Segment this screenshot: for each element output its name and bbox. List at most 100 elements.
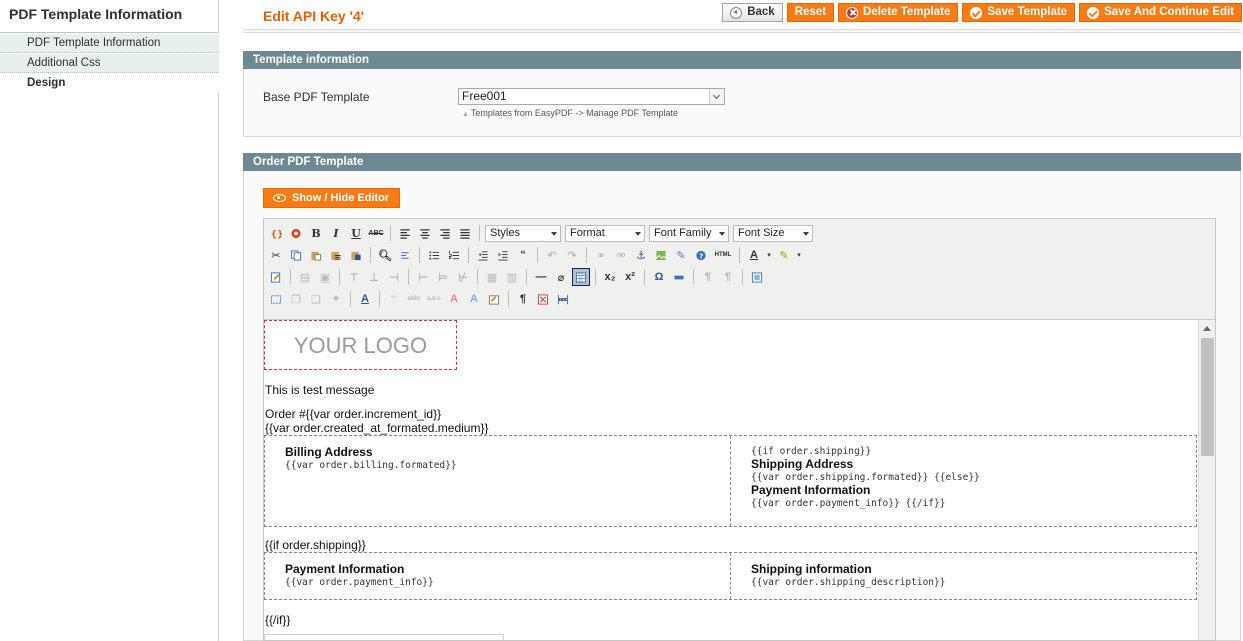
styles-select[interactable]: Styles	[485, 224, 561, 242]
special-character-icon[interactable]: Ω	[650, 268, 668, 286]
move-forward-icon[interactable]: ❐	[287, 290, 305, 308]
merge-cells-icon[interactable]: ▥	[503, 268, 521, 286]
cite-icon[interactable]: “”	[385, 290, 403, 308]
replace-icon[interactable]	[396, 246, 414, 264]
numbered-list-icon[interactable]	[445, 246, 463, 264]
delete-col-icon[interactable]: ⊬	[454, 268, 472, 286]
reset-button[interactable]: Reset	[786, 3, 835, 22]
font-family-select[interactable]: Font Family	[649, 224, 729, 242]
align-left-icon[interactable]	[396, 224, 414, 242]
toolbar-separator	[508, 291, 509, 307]
save-continue-button-label: Save And Continue Edit	[1104, 6, 1234, 18]
show-hide-editor-button[interactable]: Show / Hide Editor	[263, 188, 400, 208]
outdent-icon[interactable]	[474, 246, 492, 264]
delete-text-icon[interactable]: A	[445, 290, 463, 308]
billing-address-cell: Billing Address {{var order.billing.form…	[265, 436, 730, 526]
editor-scrollbar[interactable]	[1198, 320, 1215, 640]
editor-content[interactable]: YOUR LOGO This is test message Order #{{…	[264, 320, 1215, 640]
paste-icon[interactable]	[307, 246, 325, 264]
format-select[interactable]: Format	[565, 224, 645, 242]
delete-row-icon[interactable]: ⊣	[385, 268, 403, 286]
sidebar-item-design[interactable]: Design	[0, 73, 219, 93]
toolbar-separator	[290, 269, 291, 285]
find-icon[interactable]: 🔍︎	[376, 246, 394, 264]
delete-template-button[interactable]: Delete Template	[838, 3, 959, 22]
insert-row-after-icon[interactable]: ⊥	[365, 268, 383, 286]
insert-layer-icon[interactable]	[267, 290, 285, 308]
html-source-button[interactable]: HTML	[712, 246, 734, 264]
indent-icon[interactable]	[494, 246, 512, 264]
insert-col-before-icon[interactable]: ⊢	[414, 268, 432, 286]
sidebar-item-pdf-template-information[interactable]: PDF Template Information	[0, 33, 219, 53]
scroll-up-icon[interactable]	[1203, 326, 1211, 331]
insert-text-icon[interactable]: A	[465, 290, 483, 308]
align-right-icon[interactable]	[436, 224, 454, 242]
align-justify-icon[interactable]	[456, 224, 474, 242]
if-shipping-tag: {{if order.shipping}}	[751, 446, 872, 457]
base-pdf-template-select[interactable]: Free001	[458, 88, 725, 105]
styleprops-icon[interactable]: A	[356, 290, 374, 308]
subscript-icon[interactable]: x₂	[601, 268, 619, 286]
sidebar-item-additional-css[interactable]: Additional Css	[0, 53, 219, 73]
absolute-icon[interactable]: ⌖	[327, 290, 345, 308]
scroll-thumb[interactable]	[1201, 338, 1214, 456]
redo-icon[interactable]: ↷	[563, 246, 581, 264]
align-center-icon[interactable]	[416, 224, 434, 242]
chevron-down-icon[interactable]: ▾	[795, 246, 803, 264]
unlink-icon[interactable]: ⚮	[612, 246, 630, 264]
remove-format-icon[interactable]: ⌀	[552, 268, 570, 286]
toolbar-row-1: {} B I U ABC Styles Format Font Family F…	[267, 222, 1212, 244]
font-size-select[interactable]: Font Size	[733, 224, 813, 242]
background-color-icon[interactable]: ✎	[775, 246, 793, 264]
paste-text-icon[interactable]	[327, 246, 345, 264]
insert-row-before-icon[interactable]: ⊤	[345, 268, 363, 286]
underline-button[interactable]: U	[347, 224, 365, 242]
visual-aid-icon[interactable]	[572, 268, 590, 286]
base-pdf-template-value: Free001	[462, 89, 507, 103]
insert-col-after-icon[interactable]: ⊨	[434, 268, 452, 286]
blockquote-icon[interactable]: “	[514, 246, 532, 264]
help-icon[interactable]: ?	[692, 246, 710, 264]
copy-icon[interactable]	[287, 246, 305, 264]
show-blocks-icon[interactable]: ¶	[514, 290, 532, 308]
template-information-fieldset	[243, 69, 1241, 137]
cut-icon[interactable]: ✂	[267, 246, 285, 264]
italic-button[interactable]: I	[327, 224, 345, 242]
ltr-icon[interactable]: ¶	[699, 268, 717, 286]
strikethrough-button[interactable]: ABC	[367, 224, 385, 242]
row-properties-icon[interactable]: ▤	[296, 268, 314, 286]
abbr-icon[interactable]: abbr	[405, 290, 423, 308]
fullscreen-icon[interactable]	[748, 268, 766, 286]
page-break-icon[interactable]	[554, 290, 572, 308]
toolbar-separator	[644, 269, 645, 285]
anchor-icon[interactable]: ⚓︎	[632, 246, 650, 264]
back-button[interactable]: Back	[722, 3, 783, 22]
superscript-icon[interactable]: x²	[621, 268, 639, 286]
save-template-button[interactable]: Save Template	[962, 3, 1076, 22]
acronym-icon[interactable]: a.b.c	[425, 290, 443, 308]
toolbar-row-3: ▤ ▣ ⊤ ⊥ ⊣ ⊢ ⊨ ⊬ ▦ ▥ — ⌀ x₂ x² Ω ¶ ¶	[267, 266, 1212, 288]
show-hide-editor-label: Show / Hide Editor	[292, 192, 390, 204]
insert-media-icon[interactable]	[670, 268, 688, 286]
chevron-down-icon[interactable]: ▾	[765, 246, 773, 264]
insert-widget-icon[interactable]	[287, 224, 305, 242]
insert-image-icon[interactable]	[652, 246, 670, 264]
insert-variable-icon[interactable]: {}	[267, 224, 285, 242]
undo-icon[interactable]: ↶	[543, 246, 561, 264]
paste-word-icon[interactable]	[347, 246, 365, 264]
horizontal-rule-icon[interactable]: —	[532, 268, 550, 286]
split-cells-icon[interactable]: ▦	[483, 268, 501, 286]
save-and-continue-button[interactable]: Save And Continue Edit	[1079, 3, 1242, 22]
link-icon[interactable]: ⚭	[592, 246, 610, 264]
text-color-button[interactable]: A	[745, 246, 763, 264]
move-backward-icon[interactable]: ❏	[307, 290, 325, 308]
delete-icon	[846, 6, 859, 19]
edit-css-icon[interactable]	[267, 268, 285, 286]
bullet-list-icon[interactable]	[425, 246, 443, 264]
bold-button[interactable]: B	[307, 224, 325, 242]
rtl-icon[interactable]: ¶	[719, 268, 737, 286]
cell-properties-icon[interactable]: ▣	[316, 268, 334, 286]
attributes-icon[interactable]	[485, 290, 503, 308]
template-icon[interactable]	[534, 290, 552, 308]
cleanup-icon[interactable]: ✎	[672, 246, 690, 264]
